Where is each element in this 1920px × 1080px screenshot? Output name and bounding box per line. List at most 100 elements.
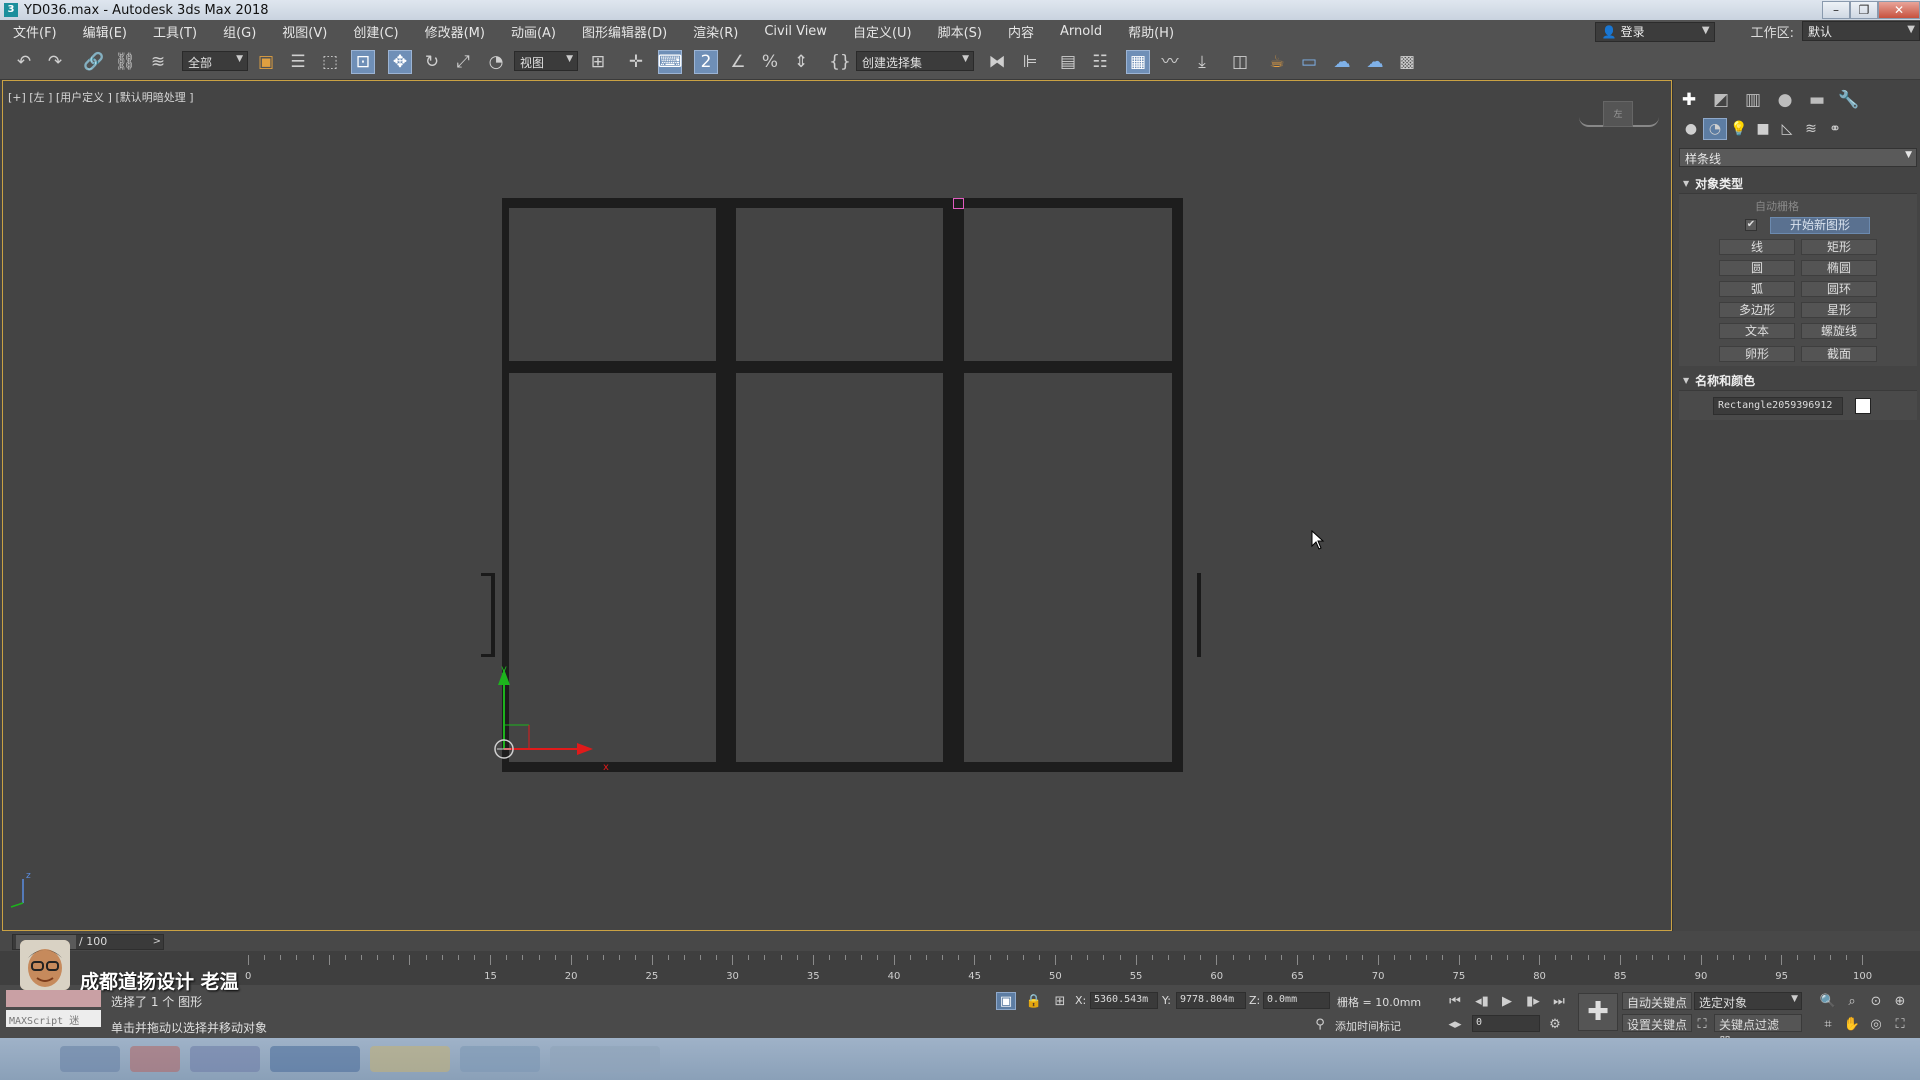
isolate-selection-icon[interactable]: ▣ — [996, 992, 1016, 1010]
text-button[interactable]: 文本 — [1719, 323, 1795, 339]
angle-snap-icon[interactable]: ∠ — [726, 50, 750, 74]
auto-key-button[interactable]: 自动关键点 — [1622, 992, 1693, 1010]
helix-button[interactable]: 螺旋线 — [1801, 323, 1877, 339]
absolute-mode-icon[interactable]: ⊞ — [1050, 992, 1070, 1010]
taskbar-app[interactable] — [190, 1046, 260, 1072]
maxscript-listener[interactable]: MAXScript 迷 — [6, 1010, 101, 1027]
reference-coordinate-dropdown[interactable]: 视图 ▼ — [514, 51, 578, 71]
keyboard-shortcut-override-icon[interactable]: ⌨ — [658, 50, 682, 74]
cameras-icon[interactable]: ■ — [1751, 118, 1775, 140]
previous-frame-icon[interactable]: ◂▮ — [1472, 992, 1492, 1010]
login-dropdown[interactable]: 👤 登录 ▼ — [1594, 21, 1715, 42]
modify-tab-icon[interactable]: ◩ — [1705, 88, 1737, 112]
menu-help[interactable]: 帮助(H) — [1115, 22, 1187, 41]
play-icon[interactable]: ▶ — [1497, 992, 1517, 1010]
motion-tab-icon[interactable]: ● — [1769, 88, 1801, 112]
menu-customize[interactable]: 自定义(U) — [840, 22, 925, 41]
minimize-icon[interactable]: – — [1822, 1, 1850, 19]
geometry-icon[interactable]: ● — [1679, 118, 1703, 140]
next-frame-icon[interactable]: ▮▸ — [1523, 992, 1543, 1010]
rendered-frame-window-icon[interactable]: ▭ — [1297, 50, 1321, 74]
utilities-tab-icon[interactable]: 🔧 — [1833, 88, 1865, 112]
rectangle-button[interactable]: 矩形 — [1801, 239, 1877, 255]
menu-group[interactable]: 组(G) — [210, 22, 269, 41]
key-filters-button[interactable]: 关键点过滤器... — [1714, 1014, 1802, 1049]
lock-selection-icon[interactable]: 🔒 — [1024, 992, 1044, 1010]
goto-start-icon[interactable]: ⏮ — [1445, 992, 1465, 1010]
edit-named-selection-icon[interactable]: {} — [828, 50, 852, 74]
selected-vertex-marker[interactable] — [953, 198, 964, 209]
render-in-cloud-icon[interactable]: ☁ — [1363, 50, 1387, 74]
taskbar-app[interactable] — [460, 1046, 540, 1072]
render-production-icon[interactable]: ☁ — [1330, 50, 1354, 74]
menu-graph-editors[interactable]: 图形编辑器(D) — [569, 22, 680, 41]
close-icon[interactable]: ✕ — [1878, 1, 1920, 19]
field-of-view-icon[interactable]: ⌗ — [1818, 1015, 1838, 1033]
create-tab-icon[interactable]: ✚ — [1673, 88, 1705, 112]
menu-civil-view[interactable]: Civil View — [751, 24, 840, 39]
lights-icon[interactable]: 💡 — [1727, 118, 1751, 140]
set-key-icon[interactable]: ✚ — [1578, 993, 1618, 1031]
bind-space-warp-icon[interactable]: ≋ — [146, 50, 170, 74]
add-time-tag[interactable]: 添加时间标记 — [1335, 1018, 1401, 1034]
hierarchy-tab-icon[interactable]: ▥ — [1737, 88, 1769, 112]
render-setup-icon[interactable]: ☕ — [1265, 50, 1289, 74]
rectangular-selection-icon[interactable]: ⬚ — [318, 50, 342, 74]
unlink-icon[interactable]: ⛓ — [113, 50, 137, 74]
undo-icon[interactable]: ↶ — [12, 50, 36, 74]
ellipse-button[interactable]: 椭圆 — [1801, 260, 1877, 276]
donut-button[interactable]: 圆环 — [1801, 281, 1877, 297]
key-mode-icon[interactable]: ◂▸ — [1445, 1015, 1465, 1033]
menu-views[interactable]: 视图(V) — [269, 22, 340, 41]
ngon-button[interactable]: 多边形 — [1719, 302, 1795, 318]
named-selection-dropdown[interactable]: 创建选择集 ▼ — [856, 51, 974, 71]
spinner-snap-icon[interactable]: ⇕ — [789, 50, 813, 74]
selection-filter-dropdown[interactable]: 全部 ▼ — [182, 51, 248, 71]
ribbon-toggle-icon[interactable]: ▦ — [1126, 50, 1150, 74]
object-type-rollout-header[interactable]: ▼ 对象类型 — [1679, 174, 1917, 192]
left-viewport[interactable]: [+] [左 ] [用户定义 ] [默认明暗处理 ] x y z 左 — [2, 80, 1672, 931]
select-and-scale-icon[interactable]: ⤢ — [451, 50, 475, 74]
zoom-icon[interactable]: 🔍 — [1818, 992, 1838, 1010]
time-configuration-icon[interactable]: ⚙ — [1545, 1015, 1565, 1033]
select-manipulate-icon[interactable]: ✛ — [624, 50, 648, 74]
pan-view-icon[interactable]: ✋ — [1842, 1015, 1862, 1033]
set-key-button[interactable]: 设置关键点 — [1622, 1014, 1693, 1032]
shape-category-dropdown[interactable]: 样条线 ▼ — [1679, 148, 1917, 167]
menu-tools[interactable]: 工具(T) — [140, 22, 210, 41]
key-target-dropdown[interactable]: 选定对象 ▼ — [1694, 992, 1802, 1010]
select-and-move-icon[interactable]: ✥ — [388, 50, 412, 74]
taskbar-app[interactable] — [60, 1046, 120, 1072]
x-coordinate-field[interactable]: 5360.543m — [1090, 992, 1158, 1009]
window-crossing-icon[interactable]: ⊡ — [351, 50, 375, 74]
egg-button[interactable]: 卵形 — [1719, 346, 1795, 362]
align-icon[interactable]: ⊫ — [1018, 50, 1042, 74]
pivot-center-icon[interactable]: ⊞ — [586, 50, 610, 74]
maximize-icon[interactable]: ❐ — [1850, 1, 1878, 19]
redo-icon[interactable]: ↷ — [43, 50, 67, 74]
current-frame-field[interactable]: 0 — [1472, 1015, 1540, 1032]
section-button[interactable]: 截面 — [1801, 346, 1877, 362]
scene-explorer-icon[interactable]: ▤ — [1056, 50, 1080, 74]
space-warps-icon[interactable]: ≋ — [1799, 118, 1823, 140]
circle-button[interactable]: 圆 — [1719, 260, 1795, 276]
shapes-icon[interactable]: ◔ — [1703, 118, 1727, 140]
menu-edit[interactable]: 编辑(E) — [70, 22, 140, 41]
viewport-label[interactable]: [+] [左 ] [用户定义 ] [默认明暗处理 ] — [8, 89, 194, 105]
layer-explorer-icon[interactable]: ☷ — [1088, 50, 1112, 74]
schematic-view-icon[interactable]: ⤓ — [1190, 50, 1214, 74]
select-object-icon[interactable]: ▣ — [254, 50, 278, 74]
render-shortcuts-icon[interactable]: ▩ — [1395, 50, 1419, 74]
zoom-extents-icon[interactable]: ⊙ — [1866, 992, 1886, 1010]
taskbar-app[interactable] — [270, 1046, 360, 1072]
taskbar-app[interactable] — [370, 1046, 450, 1072]
menu-rendering[interactable]: 渲染(R) — [680, 22, 751, 41]
line-button[interactable]: 线 — [1719, 239, 1795, 255]
start-new-shape-checkbox[interactable]: ✔ — [1745, 219, 1757, 231]
snaps-toggle-icon[interactable]: 2 — [694, 50, 718, 74]
orbit-icon[interactable]: ◎ — [1866, 1015, 1886, 1033]
key-filter-icon[interactable]: ⛶ — [1692, 1015, 1712, 1033]
menu-arnold[interactable]: Arnold — [1047, 24, 1115, 39]
track-bar[interactable]: 0 15 20 25 30 35 40 45 50 55 60 65 70 75 80 85 90 95 100 — [0, 951, 1920, 985]
taskbar-app[interactable] — [130, 1046, 180, 1072]
